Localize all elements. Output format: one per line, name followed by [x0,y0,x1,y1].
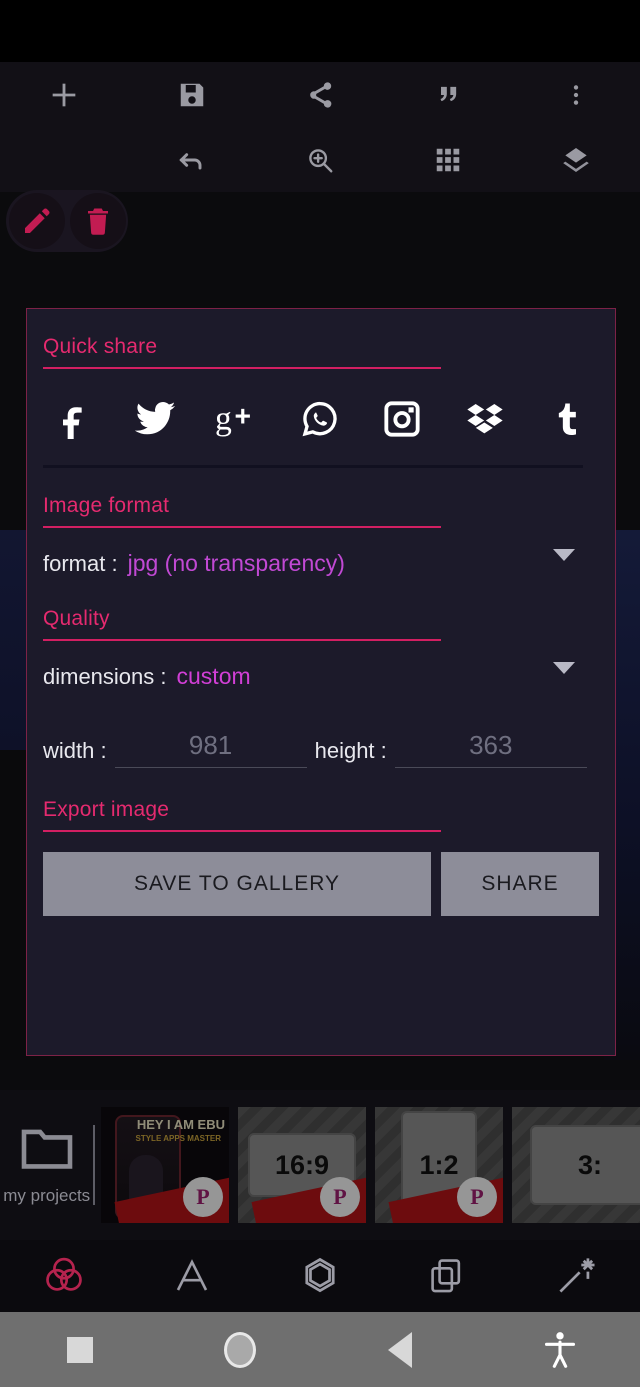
top-toolbar-row-2 [0,127,640,192]
share-button[interactable]: SHARE [441,852,599,916]
quality-title: Quality [43,607,110,630]
save-icon[interactable] [128,62,256,127]
tumblr-icon[interactable] [543,395,591,443]
height-group: height : 363 [315,730,587,768]
status-bar [0,0,640,62]
width-label: width : [43,738,107,763]
svg-text:+: + [234,400,251,432]
nav-home-button[interactable] [160,1331,320,1368]
bottom-tab-bar [0,1240,640,1312]
quote-icon[interactable] [384,62,512,127]
tab-shape[interactable] [256,1240,384,1312]
height-label: height : [314,738,387,763]
add-icon[interactable] [0,62,128,127]
dropbox-icon[interactable] [461,395,509,443]
top-toolbar-row-1 [0,62,640,127]
nav-recents-button[interactable] [0,1336,160,1363]
tab-effects[interactable] [512,1240,640,1312]
tab-color-blend[interactable] [0,1240,128,1312]
chevron-down-icon[interactable] [553,661,575,674]
export-image-title: Export image [43,798,170,821]
project-thumb-16-9[interactable]: 16:9 P [238,1107,366,1223]
my-projects-label: my projects [3,1185,91,1205]
dimensions-select-row[interactable]: dimensions : custom [27,641,615,694]
export-buttons: SAVE TO GALLERY SHARE [27,832,615,916]
whatsapp-icon[interactable] [296,395,344,443]
height-input[interactable]: 363 [394,730,587,768]
save-to-gallery-button[interactable]: SAVE TO GALLERY [43,852,431,916]
dimensions-value: custom [176,663,251,689]
format-label: format : [43,550,118,576]
chevron-down-icon[interactable] [553,548,575,561]
tab-layers[interactable] [384,1240,512,1312]
project-thumb-1-2[interactable]: 1:2 P [375,1107,503,1223]
dimensions-label: dimensions : [43,663,167,689]
export-dialog: Quick share g + Image format format: jp… [26,308,616,1056]
android-nav-bar [0,1312,640,1387]
top-toolbar [0,62,640,252]
tab-text[interactable] [128,1240,256,1312]
svg-text:g: g [215,401,232,438]
nav-back-button[interactable] [320,1331,480,1368]
image-format-title: Image format [43,494,170,517]
quick-share-targets: g + [27,369,615,465]
project-thumb-3-x[interactable]: 3: [512,1107,640,1223]
width-input[interactable]: 981 [114,730,307,768]
project-thumbnails: HEY I AM EBU STYLE APPS MASTER P 16:9 P … [101,1107,640,1223]
edit-delete-pill [6,190,128,252]
delete-icon[interactable] [69,193,126,249]
layers-icon[interactable] [512,127,640,192]
grid-icon[interactable] [384,127,512,192]
zoom-icon[interactable] [256,127,384,192]
project-thumb-artwork[interactable]: HEY I AM EBU STYLE APPS MASTER P [101,1107,229,1223]
width-height-row: width : 981 height : 363 [27,694,615,768]
width-placeholder: 981 [188,730,233,760]
my-projects-button[interactable]: my projects [0,1125,93,1206]
instagram-icon[interactable] [378,395,426,443]
twitter-icon[interactable] [131,395,179,443]
projects-divider [93,1125,95,1205]
folder-icon [19,1125,75,1176]
edit-icon[interactable] [8,193,65,249]
height-placeholder: 363 [469,730,513,760]
format-select-row[interactable]: format : jpg (no transparency) [27,528,615,581]
projects-strip: my projects HEY I AM EBU STYLE APPS MAST… [0,1090,640,1240]
share-icon[interactable] [256,62,384,127]
width-group: width : 981 [43,730,307,768]
google-plus-icon[interactable]: g + [214,395,262,443]
undo-icon[interactable] [128,127,256,192]
format-value: jpg (no transparency) [127,550,345,576]
nav-accessibility-button[interactable] [480,1330,640,1370]
overflow-menu-icon[interactable] [512,62,640,127]
app-screen: Quick share g + Image format format: jp… [0,0,640,1387]
facebook-icon[interactable] [49,395,97,443]
quick-share-title: Quick share [43,335,158,358]
